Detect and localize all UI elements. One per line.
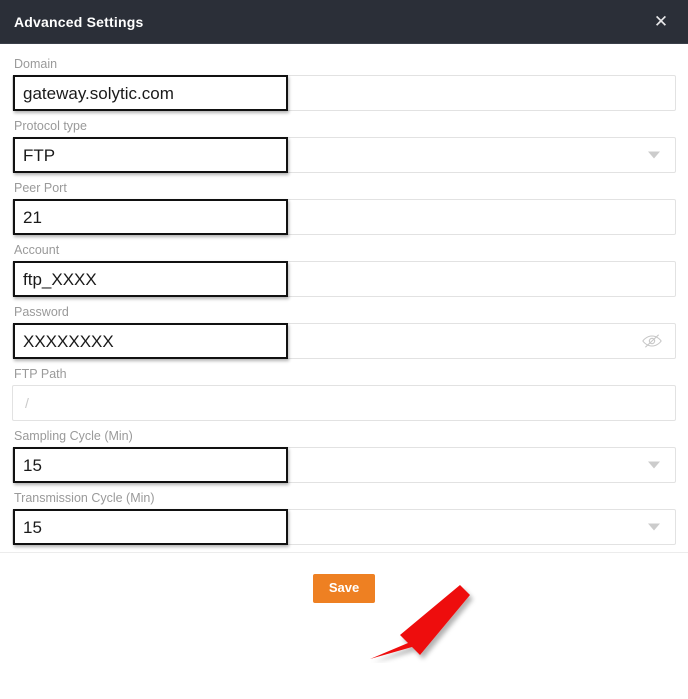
form-field: Domain gateway.solytic.com xyxy=(12,56,676,111)
form-field: FTP Path / xyxy=(12,366,676,421)
field-label: Password xyxy=(14,305,69,319)
eye-off-icon[interactable] xyxy=(642,333,662,349)
input-wrapper: XXXXXXXX xyxy=(12,323,676,359)
text-input[interactable]: 21 xyxy=(12,199,676,235)
form-field: Account ftp_XXXX xyxy=(12,242,676,297)
chevron-down-icon[interactable] xyxy=(648,461,660,469)
form-field: Peer Port 21 xyxy=(12,180,676,235)
select-input[interactable]: 15 xyxy=(12,509,676,545)
password-input[interactable]: XXXXXXXX xyxy=(12,323,676,359)
input-wrapper: 15 xyxy=(12,509,676,545)
field-label: Transmission Cycle (Min) xyxy=(14,491,155,505)
input-wrapper: ftp_XXXX xyxy=(12,261,676,297)
text-input[interactable]: ftp_XXXX xyxy=(12,261,676,297)
field-label: Peer Port xyxy=(14,181,67,195)
input-wrapper: 15 xyxy=(12,447,676,483)
text-input[interactable]: / xyxy=(12,385,676,421)
text-input[interactable]: gateway.solytic.com xyxy=(12,75,676,111)
form-field: Transmission Cycle (Min) 15 xyxy=(12,490,676,545)
field-label: Sampling Cycle (Min) xyxy=(14,429,133,443)
select-input[interactable]: FTP xyxy=(12,137,676,173)
input-wrapper: 21 xyxy=(12,199,676,235)
dialog-footer: Save xyxy=(0,552,688,624)
form-field: Password XXXXXXXX xyxy=(12,304,676,359)
field-label: Account xyxy=(14,243,60,257)
field-label: Domain xyxy=(14,57,58,71)
settings-form: Domain gateway.solytic.com Protocol type FT… xyxy=(0,44,688,545)
dialog-title: Advanced Settings xyxy=(14,13,144,30)
chevron-down-icon[interactable] xyxy=(648,151,660,159)
close-icon[interactable]: ✕ xyxy=(650,11,672,33)
chevron-down-icon[interactable] xyxy=(648,523,660,531)
field-label: Protocol type xyxy=(14,119,87,133)
input-wrapper: / xyxy=(12,385,676,421)
input-wrapper: FTP xyxy=(12,137,676,173)
advanced-settings-dialog: Advanced Settings ✕ Domain gateway.solyti… xyxy=(0,0,688,699)
input-wrapper: gateway.solytic.com xyxy=(12,75,676,111)
field-label: FTP Path xyxy=(14,367,67,381)
select-input[interactable]: 15 xyxy=(12,447,676,483)
save-button[interactable]: Save xyxy=(312,574,376,603)
form-field: Protocol type FTP xyxy=(12,118,676,173)
dialog-titlebar: Advanced Settings ✕ xyxy=(0,0,688,44)
form-field: Sampling Cycle (Min) 15 xyxy=(12,428,676,483)
